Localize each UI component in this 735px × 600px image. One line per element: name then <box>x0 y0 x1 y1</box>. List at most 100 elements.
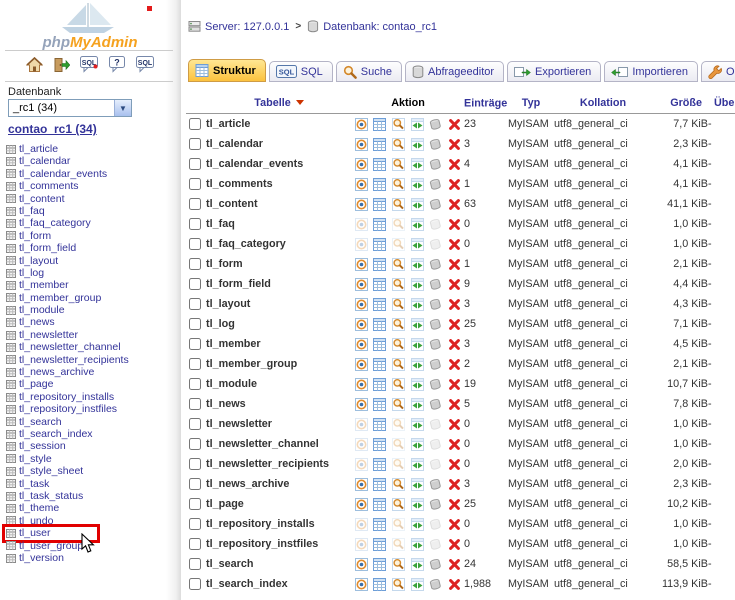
structure-icon[interactable] <box>373 298 386 311</box>
row-size-link[interactable]: 2,3 KiB <box>652 134 708 154</box>
drop-icon[interactable] <box>448 258 461 271</box>
table-name-link[interactable]: tl_newsletter <box>206 414 352 434</box>
table-name-link[interactable]: tl_newsletter_channel <box>206 434 352 454</box>
row-size-link[interactable]: 113,9 KiB <box>652 574 708 594</box>
sidebar-item-tl_task[interactable]: tl_task <box>6 478 176 490</box>
row-size-link[interactable]: 2,1 KiB <box>652 354 708 374</box>
empty-icon[interactable] <box>429 578 442 591</box>
row-size-link[interactable]: 7,8 KiB <box>652 394 708 414</box>
insert-icon[interactable] <box>411 158 424 171</box>
insert-icon[interactable] <box>411 198 424 211</box>
row-checkbox[interactable] <box>189 318 201 330</box>
search-icon[interactable] <box>392 158 405 171</box>
row-size-link[interactable]: 2,3 KiB <box>652 474 708 494</box>
row-checkbox[interactable] <box>189 358 201 370</box>
search-icon[interactable] <box>392 438 405 451</box>
row-size-link[interactable]: 2,0 KiB <box>652 454 708 474</box>
table-name-link[interactable]: tl_article <box>206 114 352 135</box>
row-checkbox[interactable] <box>189 498 201 510</box>
table-name-link[interactable]: tl_form_field <box>206 274 352 294</box>
structure-icon[interactable] <box>373 198 386 211</box>
row-size-link[interactable]: 2,1 KiB <box>652 254 708 274</box>
row-size-link[interactable]: 1,0 KiB <box>652 514 708 534</box>
structure-icon[interactable] <box>373 578 386 591</box>
browse-icon[interactable] <box>355 418 368 431</box>
row-checkbox[interactable] <box>189 258 201 270</box>
browse-icon[interactable] <box>355 318 368 331</box>
row-size-link[interactable]: 1,0 KiB <box>652 234 708 254</box>
table-name-link[interactable]: tl_news_archive <box>206 474 352 494</box>
browse-icon[interactable] <box>355 578 368 591</box>
row-size-link[interactable]: 4,4 KiB <box>652 274 708 294</box>
drop-icon[interactable] <box>448 538 461 551</box>
sidebar-item-tl_theme[interactable]: tl_theme <box>6 502 176 514</box>
table-name-link[interactable]: tl_news <box>206 394 352 414</box>
empty-icon[interactable] <box>429 118 442 131</box>
empty-icon[interactable] <box>429 198 442 211</box>
row-checkbox[interactable] <box>189 198 201 210</box>
empty-icon[interactable] <box>429 218 442 231</box>
drop-icon[interactable] <box>448 398 461 411</box>
drop-icon[interactable] <box>448 418 461 431</box>
sidebar-item-tl_member[interactable]: tl_member <box>6 279 176 291</box>
row-checkbox[interactable] <box>189 158 201 170</box>
search-icon[interactable] <box>392 338 405 351</box>
row-checkbox[interactable] <box>189 558 201 570</box>
header-tabelle[interactable]: Tabelle <box>206 92 352 114</box>
browse-icon[interactable] <box>355 158 368 171</box>
browse-icon[interactable] <box>355 378 368 391</box>
sidebar-item-tl_calendar[interactable]: tl_calendar <box>6 155 176 167</box>
insert-icon[interactable] <box>411 518 424 531</box>
drop-icon[interactable] <box>448 378 461 391</box>
row-checkbox[interactable] <box>189 278 201 290</box>
table-name-link[interactable]: tl_module <box>206 374 352 394</box>
insert-icon[interactable] <box>411 538 424 551</box>
sidebar-item-tl_repository_installs[interactable]: tl_repository_installs <box>6 391 176 403</box>
insert-icon[interactable] <box>411 498 424 511</box>
structure-icon[interactable] <box>373 318 386 331</box>
empty-icon[interactable] <box>429 258 442 271</box>
table-name-link[interactable]: tl_search <box>206 554 352 574</box>
table-name-link[interactable]: tl_search_index <box>206 574 352 594</box>
drop-icon[interactable] <box>448 238 461 251</box>
insert-icon[interactable] <box>411 558 424 571</box>
row-size-link[interactable]: 1,0 KiB <box>652 214 708 234</box>
structure-icon[interactable] <box>373 158 386 171</box>
search-icon[interactable] <box>392 458 405 471</box>
search-icon[interactable] <box>392 258 405 271</box>
empty-icon[interactable] <box>429 378 442 391</box>
row-checkbox[interactable] <box>189 438 201 450</box>
insert-icon[interactable] <box>411 378 424 391</box>
row-size-link[interactable]: 4,1 KiB <box>652 154 708 174</box>
row-size-link[interactable]: 10,7 KiB <box>652 374 708 394</box>
sidebar-item-tl_page[interactable]: tl_page <box>6 378 176 390</box>
row-size-link[interactable]: 10,2 KiB <box>652 494 708 514</box>
empty-icon[interactable] <box>429 178 442 191</box>
insert-icon[interactable] <box>411 278 424 291</box>
structure-icon[interactable] <box>373 118 386 131</box>
empty-icon[interactable] <box>429 358 442 371</box>
breadcrumb-database[interactable]: Datenbank: contao_rc1 <box>307 20 437 33</box>
sidebar-item-tl_style[interactable]: tl_style <box>6 453 176 465</box>
browse-icon[interactable] <box>355 538 368 551</box>
empty-icon[interactable] <box>429 158 442 171</box>
browse-icon[interactable] <box>355 258 368 271</box>
row-checkbox[interactable] <box>189 578 201 590</box>
row-checkbox[interactable] <box>189 538 201 550</box>
header-ueberhang[interactable]: Überhang <box>708 92 735 114</box>
row-checkbox[interactable] <box>189 478 201 490</box>
search-icon[interactable] <box>392 478 405 491</box>
insert-icon[interactable] <box>411 398 424 411</box>
table-name-link[interactable]: tl_content <box>206 194 352 214</box>
row-size-link[interactable]: 41,1 KiB <box>652 194 708 214</box>
browse-icon[interactable] <box>355 558 368 571</box>
sidebar-item-tl_repository_instfiles[interactable]: tl_repository_instfiles <box>6 403 176 415</box>
row-size-link[interactable]: 4,3 KiB <box>652 294 708 314</box>
structure-icon[interactable] <box>373 338 386 351</box>
empty-icon[interactable] <box>429 518 442 531</box>
empty-icon[interactable] <box>429 458 442 471</box>
empty-icon[interactable] <box>429 418 442 431</box>
sidebar-item-tl_user[interactable]: tl_user <box>6 527 176 539</box>
empty-icon[interactable] <box>429 338 442 351</box>
browse-icon[interactable] <box>355 298 368 311</box>
